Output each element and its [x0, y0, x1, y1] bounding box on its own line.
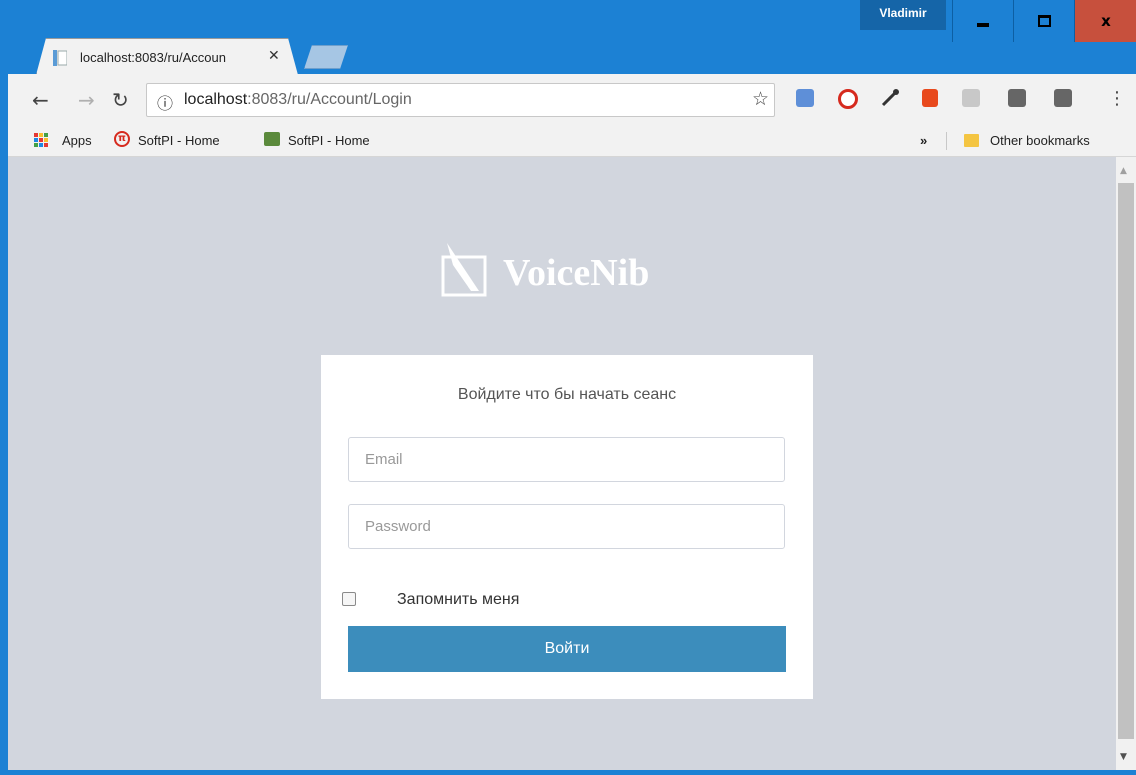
minimize-button[interactable]	[952, 0, 1013, 42]
forward-icon[interactable]: →	[78, 88, 95, 112]
minimize-icon	[977, 23, 989, 27]
password-input[interactable]	[348, 504, 785, 549]
menu-icon[interactable]: ⋮	[1108, 88, 1126, 109]
bookmark-softpi-2[interactable]: SoftPI - Home	[288, 133, 370, 148]
reload-icon[interactable]: ↻	[112, 88, 129, 112]
bookmarks-overflow-chevron[interactable]: »	[920, 133, 927, 148]
new-tab-button[interactable]	[304, 45, 348, 69]
info-icon[interactable]: ⓘ	[157, 90, 173, 114]
bookmark-other[interactable]: Other bookmarks	[990, 133, 1090, 148]
login-button[interactable]: Войти	[348, 626, 786, 672]
tab-close-icon[interactable]: ✕	[268, 48, 280, 64]
bookmark-softpi-1[interactable]: SoftPI - Home	[138, 133, 220, 148]
login-box-message: Войдите что бы начать сеанс	[457, 386, 677, 403]
scroll-up-arrow-icon[interactable]: ▲	[1120, 166, 1127, 176]
extension-icon[interactable]	[1008, 89, 1026, 107]
close-icon: x	[1101, 12, 1111, 30]
bookmark-apps[interactable]: Apps	[62, 133, 92, 148]
opera-extension-icon[interactable]	[838, 89, 858, 109]
apps-grid-icon	[34, 133, 48, 147]
eyedropper-extension-icon[interactable]	[880, 88, 900, 108]
back-icon[interactable]: ←	[32, 88, 49, 112]
close-window-button[interactable]: x	[1074, 0, 1136, 42]
bookmarks-divider	[946, 132, 947, 150]
brand-name: VoiceNib	[503, 252, 650, 294]
url-text[interactable]: localhost:8083/ru/Account/Login	[184, 91, 412, 109]
office-extension-icon[interactable]	[922, 89, 938, 107]
tab-title: localhost:8083/ru/Accoun	[80, 50, 226, 65]
url-host: localhost	[184, 91, 248, 108]
scrollbar-thumb[interactable]	[1118, 183, 1134, 739]
maximize-button[interactable]	[1013, 0, 1074, 42]
maximize-icon	[1037, 15, 1051, 27]
keepass-extension-icon[interactable]	[1054, 89, 1072, 107]
translate-extension-icon[interactable]	[796, 89, 814, 107]
remember-me-checkbox[interactable]	[342, 592, 356, 606]
bookmark-star-icon[interactable]: ☆	[752, 88, 769, 110]
window-bottom-border	[0, 770, 1136, 775]
cast-extension-icon[interactable]	[962, 89, 980, 107]
softpi-icon: π	[114, 131, 130, 147]
quill-logo-icon	[441, 243, 487, 297]
profile-badge[interactable]: Vladimir	[860, 0, 946, 30]
email-input[interactable]	[348, 437, 785, 482]
softpi-alt-icon	[264, 132, 280, 146]
remember-me-label: Запомнить меня	[397, 591, 520, 608]
scroll-down-arrow-icon[interactable]: ▼	[1120, 752, 1127, 762]
url-path: :8083/ru/Account/Login	[247, 91, 412, 108]
folder-icon	[964, 134, 979, 147]
page-icon	[53, 50, 67, 66]
